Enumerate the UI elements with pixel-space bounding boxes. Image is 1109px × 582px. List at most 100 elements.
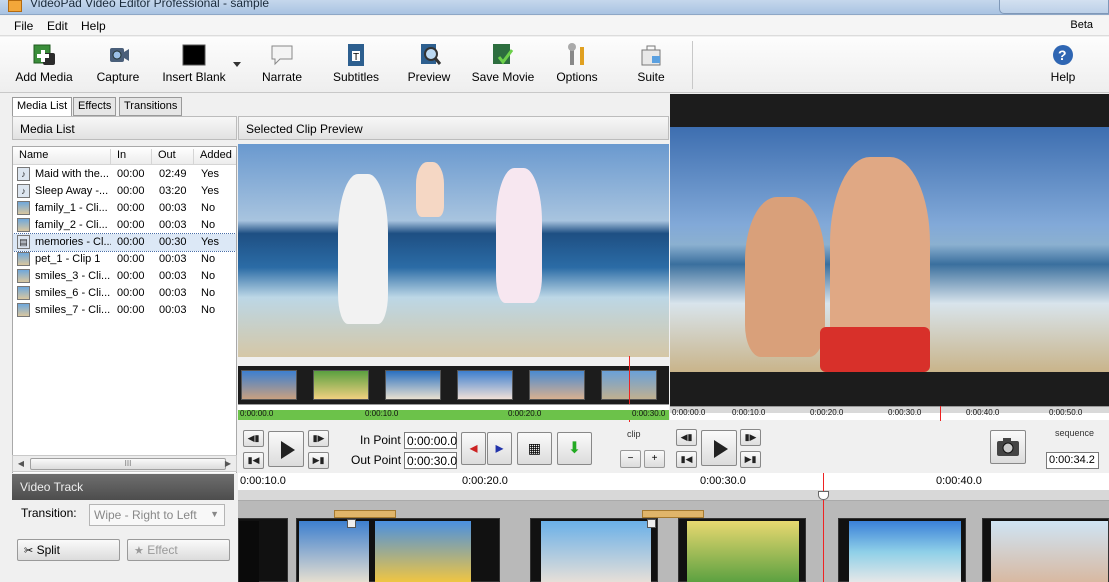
snapshot-camera-icon[interactable] xyxy=(990,430,1026,464)
sequence-play-button[interactable] xyxy=(701,430,737,466)
column-added[interactable]: Added xyxy=(194,149,236,164)
split-button[interactable]: ✂ Split xyxy=(17,539,120,561)
sequence-tab[interactable]: sequence xyxy=(1055,428,1094,438)
clip-timeline[interactable]: 0:00:00.0 0:00:10.0 0:00:20.0 0:00:30.0 xyxy=(238,404,669,420)
timeline-clip[interactable] xyxy=(238,518,288,582)
column-name[interactable]: Name xyxy=(13,149,111,164)
preview-button[interactable]: Preview xyxy=(406,43,452,89)
insert-blank-dropdown[interactable] xyxy=(230,57,244,71)
clip-filmstrip[interactable] xyxy=(238,366,669,404)
media-list-row[interactable]: smiles_3 - Cli... 00:00 00:03 No xyxy=(13,268,236,285)
transition-marker[interactable] xyxy=(642,510,704,518)
camcorder-icon xyxy=(105,43,131,67)
subtitles-button[interactable]: T Subtitles xyxy=(331,43,381,89)
media-list-row[interactable]: family_1 - Cli... 00:00 00:03 No xyxy=(13,200,236,217)
seq-next-frame-button[interactable]: ▮▶ xyxy=(740,429,761,446)
add-media-label: Add Media xyxy=(15,70,73,84)
timeline-clip[interactable] xyxy=(982,518,1109,582)
video-track-header: Video Track xyxy=(12,474,234,500)
timeline-playhead[interactable] xyxy=(823,473,824,582)
clip-preview-video[interactable] xyxy=(238,144,669,357)
media-list-row[interactable]: ♪ Maid with the... 00:00 02:49 Yes xyxy=(13,166,236,183)
window-title: VideoPad Video Editor Professional - sam… xyxy=(30,0,270,10)
svg-text:T: T xyxy=(353,52,359,63)
clip-tab[interactable]: clip xyxy=(627,429,641,439)
column-in[interactable]: In xyxy=(111,149,152,164)
tab-effects[interactable]: Effects xyxy=(73,97,117,116)
timeline-ruler[interactable]: 0:00:10.0 0:00:20.0 0:00:30.0 0:00:40.0 xyxy=(238,473,1109,501)
effect-button[interactable]: ★ Effect xyxy=(127,539,230,561)
transition-label: Transition: xyxy=(21,506,77,520)
scrollbar-thumb[interactable]: III xyxy=(30,458,226,470)
media-cell-added: No xyxy=(201,270,216,282)
timeline-clip[interactable] xyxy=(530,518,658,582)
scroll-right-icon[interactable]: ▶ xyxy=(222,458,234,470)
media-list-row[interactable]: ▤ memories - Cl... 00:00 00:30 Yes xyxy=(13,233,236,252)
help-button[interactable]: ? Help xyxy=(1048,43,1078,89)
go-start-button[interactable]: ▮◀ xyxy=(243,452,264,469)
clip-play-button[interactable] xyxy=(268,431,304,467)
save-movie-button[interactable]: Save Movie xyxy=(471,43,535,89)
snapshot-clip-button[interactable]: ▦ xyxy=(517,432,552,465)
media-cell-out: 00:03 xyxy=(159,304,187,316)
playhead-handle[interactable] xyxy=(818,491,829,500)
menu-help[interactable]: Help xyxy=(81,19,106,33)
media-list-scrollbar[interactable]: ◀ III ▶ xyxy=(12,455,237,472)
sequence-preview-video[interactable] xyxy=(670,127,1109,372)
options-button[interactable]: Options xyxy=(555,43,599,89)
media-list-row[interactable]: ♪ Sleep Away -... 00:00 03:20 Yes xyxy=(13,183,236,200)
media-cell-out: 00:03 xyxy=(159,219,187,231)
sequence-playhead[interactable] xyxy=(940,406,941,421)
insert-blank-label: Insert Blank xyxy=(162,70,226,84)
sequence-ruler-label: 0:00:40.0 xyxy=(966,408,1000,417)
menu-edit[interactable]: Edit xyxy=(47,19,68,33)
prev-frame-button[interactable]: ◀▮ xyxy=(243,430,264,447)
timeline-clip[interactable] xyxy=(838,518,966,582)
in-point-field[interactable]: 0:00:00.0 xyxy=(404,432,457,449)
window-controls[interactable] xyxy=(999,0,1109,14)
sequence-timeline[interactable]: 0:00:00.0 0:00:10.0 0:00:20.0 0:00:30.0 … xyxy=(670,406,1109,420)
clip-ruler-label: 0:00:10.0 xyxy=(365,409,399,418)
zoom-in-icon[interactable]: + xyxy=(644,450,665,468)
menu-file[interactable]: File xyxy=(14,19,33,33)
go-end-button[interactable]: ▶▮ xyxy=(308,452,329,469)
seq-prev-frame-button[interactable]: ◀▮ xyxy=(676,429,697,446)
tab-media-list[interactable]: Media List xyxy=(12,97,73,117)
media-cell-in: 00:00 xyxy=(117,236,145,248)
transition-marker[interactable] xyxy=(334,510,396,518)
split-icon: ✂ xyxy=(24,545,34,557)
capture-button[interactable]: Capture xyxy=(95,43,141,89)
toolbar-separator xyxy=(692,41,693,89)
narrate-button[interactable]: Narrate xyxy=(259,43,305,89)
media-list-row[interactable]: family_2 - Cli... 00:00 00:03 No xyxy=(13,217,236,234)
timeline-clip[interactable] xyxy=(678,518,806,582)
media-list-row[interactable]: pet_1 - Clip 1 00:00 00:03 No xyxy=(13,251,236,268)
tools-icon xyxy=(564,43,590,67)
clip-menu-icon[interactable] xyxy=(347,519,356,528)
media-list-row[interactable]: smiles_7 - Cli... 00:00 00:03 No xyxy=(13,302,236,319)
set-in-point-button[interactable]: ◂ xyxy=(461,432,486,465)
media-list-row[interactable]: smiles_6 - Cli... 00:00 00:03 No xyxy=(13,285,236,302)
set-out-point-button[interactable]: ▸ xyxy=(487,432,512,465)
out-point-field[interactable]: 0:00:30.0 xyxy=(404,452,457,469)
column-out[interactable]: Out xyxy=(152,149,194,164)
add-media-button[interactable]: Add Media xyxy=(14,43,74,89)
zoom-out-icon[interactable]: − xyxy=(620,450,641,468)
next-frame-button[interactable]: ▮▶ xyxy=(308,430,329,447)
add-to-sequence-button[interactable]: ⬇ xyxy=(557,432,592,465)
transition-select[interactable]: Wipe - Right to Left ▼ xyxy=(89,504,225,526)
timeline-clip[interactable] xyxy=(296,518,500,582)
options-label: Options xyxy=(556,70,598,84)
seq-go-start-button[interactable]: ▮◀ xyxy=(676,451,697,468)
clip-menu-icon[interactable] xyxy=(647,519,656,528)
split-label: Split xyxy=(36,543,60,557)
media-cell-name: memories - Cl... xyxy=(35,236,111,248)
timeline[interactable]: 0:00:10.0 0:00:20.0 0:00:30.0 0:00:40.0 xyxy=(238,473,1109,582)
scroll-left-icon[interactable]: ◀ xyxy=(15,458,27,470)
insert-blank-button[interactable]: Insert Blank xyxy=(160,43,228,89)
seq-go-end-button[interactable]: ▶▮ xyxy=(740,451,761,468)
suite-button[interactable]: Suite xyxy=(634,43,668,89)
preview-figure xyxy=(745,197,825,357)
timeline-ruler-label: 0:00:40.0 xyxy=(936,475,982,487)
tab-transitions[interactable]: Transitions xyxy=(119,97,183,116)
